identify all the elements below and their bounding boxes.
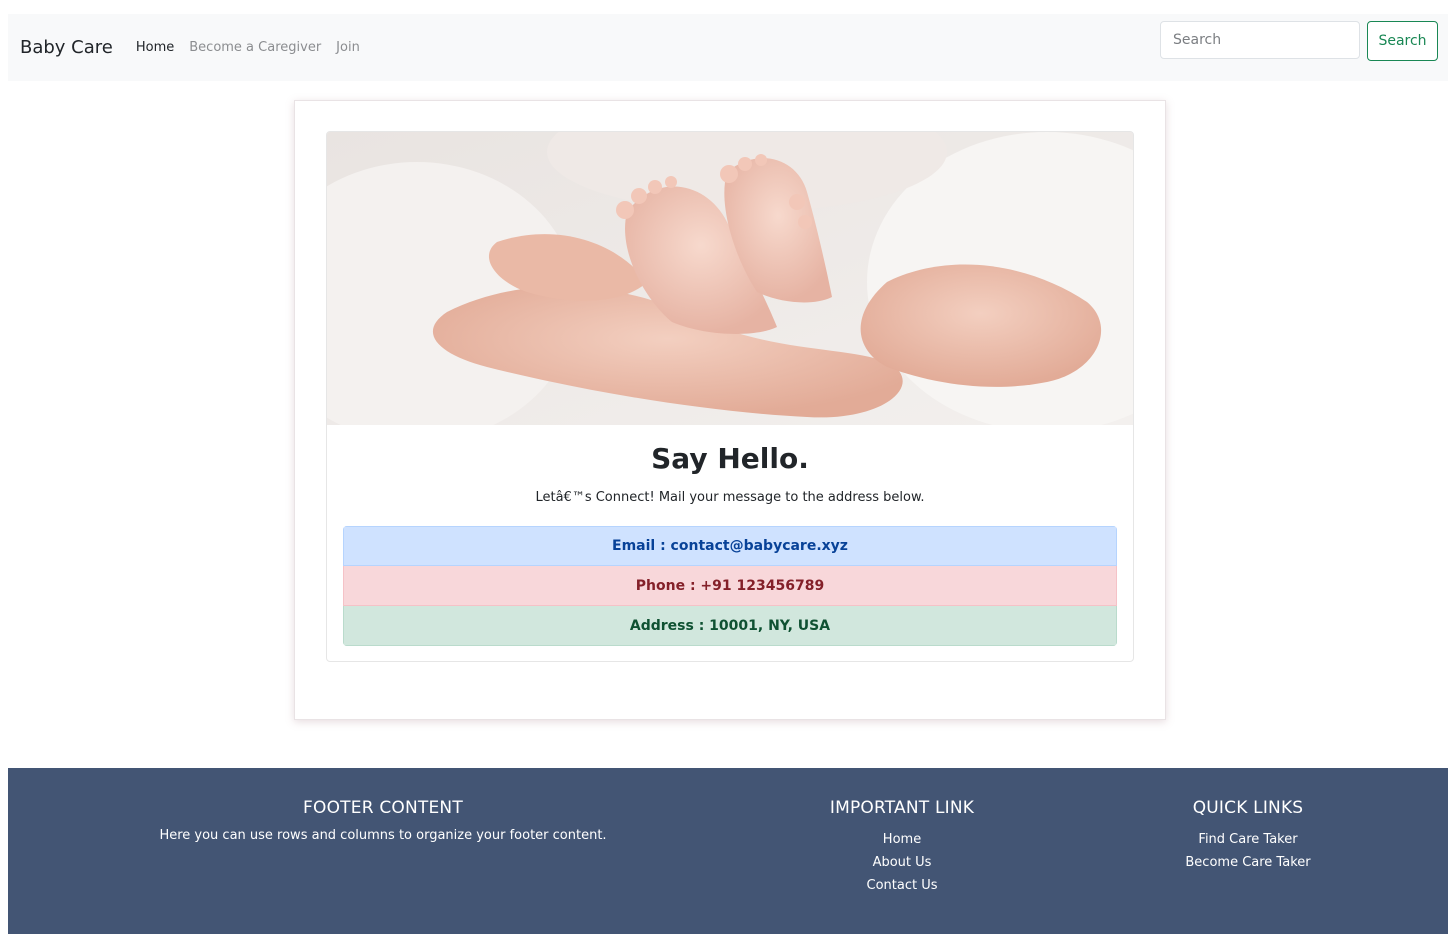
footer-content-heading: FOOTER CONTENT [303, 798, 463, 818]
contact-phone: Phone : +91 123456789 [343, 566, 1117, 606]
contact-list: Email : contact@babycare.xyz Phone : +91… [343, 526, 1117, 646]
footer-content-text: Here you can use rows and columns to org… [159, 828, 607, 843]
nav-link-home[interactable]: Home [136, 40, 174, 55]
page-title: Say Hello. [651, 442, 809, 475]
nav-link-become-caregiver[interactable]: Become a Caregiver [189, 40, 321, 55]
page-subtitle: Letâ€™s Connect! Mail your message to th… [535, 490, 925, 505]
footer-link-become-care-taker[interactable]: Become Care Taker [1185, 855, 1310, 870]
hero-image [327, 132, 1133, 425]
quick-links-list: Find Care Taker Become Care Taker [1148, 828, 1348, 874]
footer-link-about-us[interactable]: About Us [873, 855, 932, 870]
brand-logo[interactable]: Baby Care [20, 37, 113, 58]
search-button[interactable]: Search [1367, 21, 1438, 61]
contact-email: Email : contact@babycare.xyz [343, 526, 1117, 566]
quick-links-heading: QUICK LINKS [1192, 798, 1304, 818]
search-form: Search [1160, 21, 1438, 61]
contact-card: Say Hello. Letâ€™s Connect! Mail your me… [326, 131, 1134, 662]
important-links-heading: IMPORTANT LINK [829, 798, 975, 818]
footer: FOOTER CONTENT Here you can use rows and… [8, 768, 1448, 934]
baby-feet-hands-illustration [327, 132, 1133, 425]
navbar: Baby Care Home Become a Caregiver Join S… [8, 14, 1448, 81]
footer-content-section: FOOTER CONTENT Here you can use rows and… [8, 798, 758, 843]
nav-links: Home Become a Caregiver Join [136, 40, 360, 55]
contact-address: Address : 10001, NY, USA [343, 606, 1117, 646]
important-links-list: Home About Us Contact Us [802, 828, 1002, 897]
footer-link-find-care-taker[interactable]: Find Care Taker [1198, 832, 1297, 847]
nav-link-join[interactable]: Join [336, 40, 360, 55]
footer-link-home[interactable]: Home [883, 832, 921, 847]
footer-important-links: IMPORTANT LINK Home About Us Contact Us [802, 798, 1002, 897]
footer-link-contact-us[interactable]: Contact Us [867, 878, 938, 893]
contact-card-container: Say Hello. Letâ€™s Connect! Mail your me… [294, 100, 1166, 720]
footer-quick-links: QUICK LINKS Find Care Taker Become Care … [1148, 798, 1348, 874]
search-input[interactable] [1160, 21, 1360, 59]
